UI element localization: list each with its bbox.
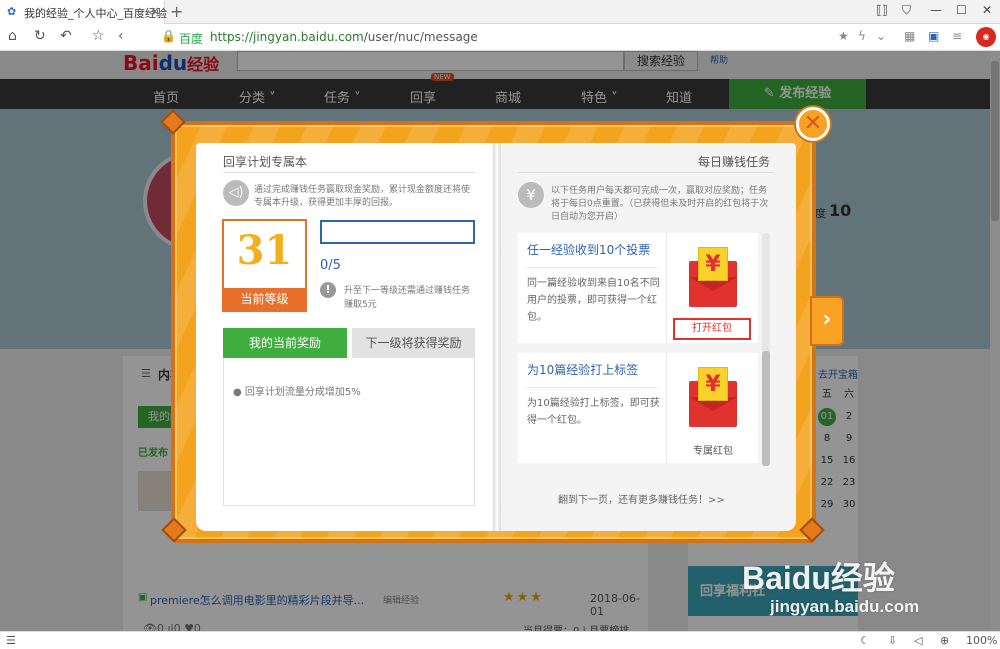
book-spine <box>493 143 501 531</box>
user-avatar-icon[interactable]: ◉ <box>976 27 996 47</box>
divider <box>527 267 657 268</box>
open-red-packet-button[interactable]: 打开红包 <box>673 318 751 340</box>
night-mode-icon[interactable]: ☾ <box>860 634 870 647</box>
task-description: 同一篇经验收到来自10名不同用户的投票，即可获得一个红包。 <box>527 278 660 323</box>
reward-list-item: ● 回享计划流量分成增加5% <box>233 383 361 398</box>
task-card: 任一经验收到10个投票 同一篇经验收到来自10名不同用户的投票，即可获得一个红包… <box>518 233 758 343</box>
download-icon[interactable]: ⇩ <box>888 634 897 647</box>
task-description: 为10篇经验打上标签，即可获得一个红包。 <box>527 398 660 426</box>
next-page-link[interactable]: 翻到下一页，还有更多赚钱任务！>> <box>558 491 725 506</box>
current-level-card: 31 当前等级 <box>222 219 307 312</box>
level-progress-bar <box>320 220 475 244</box>
current-level-number: 31 <box>236 227 293 274</box>
task-scrollbar-thumb[interactable] <box>762 351 770 466</box>
dropdown-chevron-icon[interactable]: ⌄ <box>876 29 886 43</box>
grid-icon[interactable]: ▦ <box>904 29 915 43</box>
task-card: 为10篇经验打上标签 为10篇经验打上标签，即可获得一个红包。 ¥ 专属红包 <box>518 353 758 463</box>
refresh-icon[interactable]: ↻ <box>34 28 46 44</box>
url-field[interactable]: https://jingyan.baidu.com/user/nuc/messa… <box>210 30 478 44</box>
home-icon[interactable]: ⌂ <box>8 28 17 44</box>
favorite-star-icon[interactable]: ★ <box>838 29 849 43</box>
tab-next-level-rewards[interactable]: 下一级将获得奖励 <box>352 328 475 358</box>
undo-icon[interactable]: ↶ <box>60 28 72 44</box>
task-reward: ¥ 专属红包 <box>666 353 758 463</box>
lock-icon: 🔒 <box>161 29 176 43</box>
window-close-icon[interactable]: ✕ <box>982 3 992 17</box>
zoom-icon[interactable]: ⊕ <box>940 634 949 647</box>
red-packet-icon: ¥ <box>689 367 737 427</box>
current-level-label: 当前等级 <box>224 288 305 310</box>
task-reward: ¥ 打开红包 <box>666 233 758 343</box>
task-scrollbar[interactable] <box>762 233 770 466</box>
bullet-icon: ● <box>233 387 245 398</box>
close-modal-button[interactable]: ✕ <box>796 107 830 141</box>
task-title: 为10篇经验打上标签 <box>527 363 639 377</box>
back-icon[interactable]: ‹ <box>118 28 124 44</box>
url-host: https://jingyan.baidu.com <box>210 30 364 44</box>
watermark-url: jingyan.baidu.com <box>770 597 920 616</box>
translate-icon[interactable]: ▣ <box>928 29 939 43</box>
watermark-logo: Baidu经验 <box>742 560 895 596</box>
tab-title: 我的经验_个人中心_百度经验 <box>24 7 167 20</box>
tab-current-rewards[interactable]: 我的当前奖励 <box>223 328 347 358</box>
left-intro-text: 通过完成赚钱任务赢取现金奖励，累计现金额度还将使专属本升级，获得更加丰厚的回报。 <box>254 185 471 208</box>
site-identity: 百度 <box>179 32 204 46</box>
close-tab-icon[interactable]: × <box>150 4 160 18</box>
task-title: 任一经验收到10个投票 <box>527 243 651 257</box>
exclamation-icon: ! <box>320 282 336 298</box>
url-path: /user/nuc/message <box>363 30 478 44</box>
baidu-paw-icon: ✿ <box>7 5 17 18</box>
tab-bar: ✿ 我的经验_个人中心_百度经验 × + ⟦⟧ ⛉ — ☐ ✕ <box>0 0 1000 24</box>
maximize-icon[interactable]: ☐ <box>956 3 967 17</box>
reader-mode-icon[interactable]: ⟦⟧ <box>876 3 888 17</box>
red-packet-icon: ¥ <box>689 247 737 307</box>
lightning-icon[interactable]: ϟ <box>858 29 866 43</box>
address-bar: ⌂ ↻ ↶ ☆ ‹ 🔒 百度 https://jingyan.baidu.com… <box>0 24 1000 51</box>
menu-icon[interactable]: ≡ <box>952 29 962 43</box>
reward-panel <box>223 358 475 506</box>
shirt-icon[interactable]: ⛉ <box>902 3 911 18</box>
sidebar-toggle-icon[interactable]: ☰ <box>6 634 16 647</box>
divider <box>527 387 657 388</box>
volume-icon[interactable]: ◁ <box>914 634 922 647</box>
exclusive-red-packet-label: 专属红包 <box>693 446 733 457</box>
upgrade-note: 升至下一等级还需通过赚钱任务赚取5元 <box>344 286 471 310</box>
divider <box>223 172 475 173</box>
new-tab-button[interactable]: + <box>170 2 183 21</box>
right-intro-text: 以下任务用户每天都可完成一次，赢取对应奖励；任务将于每日0点重置。（已获得但未及… <box>551 186 769 222</box>
reward-text: 回享计划流量分成增加5% <box>244 387 361 398</box>
yen-coin-icon: ¥ <box>698 247 728 281</box>
star-icon[interactable]: ☆ <box>92 28 105 44</box>
speaker-icon: ◁) <box>223 180 249 206</box>
minimize-icon[interactable]: — <box>930 3 942 17</box>
next-page-button[interactable]: › <box>810 296 844 346</box>
yen-coin-icon: ¥ <box>698 367 728 401</box>
browser-tab[interactable]: ✿ 我的经验_个人中心_百度经验 × <box>0 0 167 24</box>
status-bar: ☰ ☾ ⇩ ◁ ⊕ 100% <box>0 631 1000 649</box>
zoom-level[interactable]: 100% <box>966 634 997 647</box>
right-page-title: 每日赚钱任务 <box>698 155 771 169</box>
left-page-title: 回享计划专属本 <box>223 155 308 169</box>
progress-text: 0/5 <box>320 258 341 273</box>
divider <box>518 172 774 173</box>
yen-icon: ¥ <box>518 182 544 208</box>
